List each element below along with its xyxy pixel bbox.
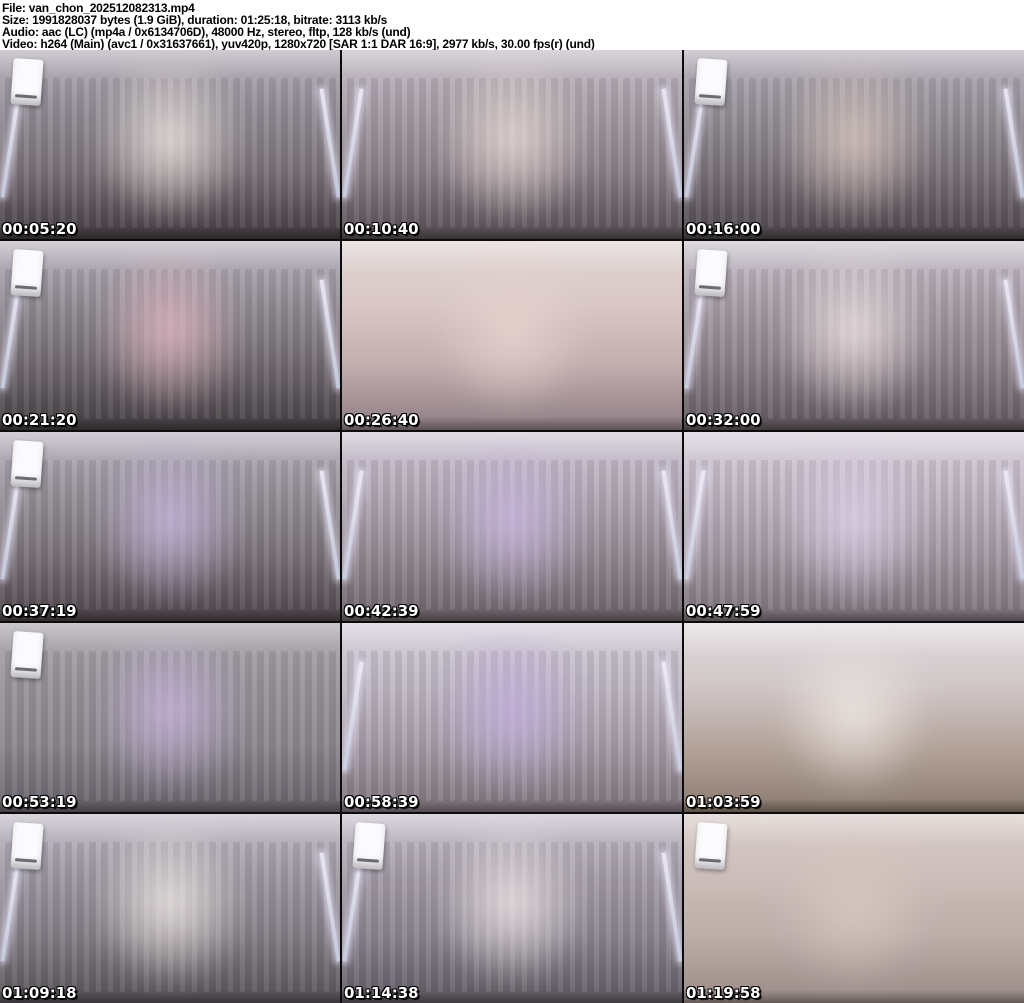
timestamp-label: 00:10:40 — [344, 220, 419, 238]
timestamp-label: 01:03:59 — [686, 793, 761, 811]
timestamp-label: 01:09:18 — [2, 984, 77, 1002]
subject-blur — [430, 256, 594, 419]
subject-blur — [430, 447, 594, 610]
video-thumbnail[interactable]: 00:53:19 — [0, 623, 340, 812]
timestamp-label: 00:42:39 — [344, 602, 419, 620]
subject-blur — [88, 829, 252, 992]
ac-unit-icon — [694, 249, 728, 297]
subject-blur — [88, 447, 252, 610]
subject-blur — [430, 638, 594, 801]
ac-unit-icon — [10, 822, 44, 870]
subject-blur — [772, 256, 936, 419]
ac-unit-icon — [352, 822, 386, 870]
video-thumbnail[interactable]: 01:09:18 — [0, 814, 340, 1003]
timestamp-label: 00:21:20 — [2, 411, 77, 429]
subject-blur — [88, 65, 252, 228]
timestamp-label: 00:05:20 — [2, 220, 77, 238]
timestamp-label: 00:37:19 — [2, 602, 77, 620]
video-info-line: Video: h264 (Main) (avc1 / 0x31637661), … — [2, 37, 595, 51]
video-thumbnail[interactable]: 00:47:59 — [684, 432, 1024, 621]
timestamp-label: 00:26:40 — [344, 411, 419, 429]
ac-unit-icon — [694, 822, 728, 870]
timestamp-label: 00:58:39 — [344, 793, 419, 811]
timestamp-label: 00:32:00 — [686, 411, 761, 429]
subject-blur — [772, 829, 936, 992]
thumbnail-grid: 00:05:20 00:10:40 00:16:00 00:21:20 00:2… — [0, 50, 1024, 1003]
video-thumbnail[interactable]: 00:16:00 — [684, 50, 1024, 239]
subject-blur — [430, 829, 594, 992]
video-thumbnail[interactable]: 00:26:40 — [342, 241, 682, 430]
ac-unit-icon — [10, 58, 44, 106]
ac-unit-icon — [10, 440, 44, 488]
file-info-header: File: van_chon_202512082313.mp4 Size: 19… — [0, 0, 1024, 50]
video-thumbnail[interactable]: 00:32:00 — [684, 241, 1024, 430]
video-thumbnail[interactable]: 00:37:19 — [0, 432, 340, 621]
timestamp-label: 00:16:00 — [686, 220, 761, 238]
video-thumbnail[interactable]: 00:05:20 — [0, 50, 340, 239]
video-thumbnail[interactable]: 01:19:58 — [684, 814, 1024, 1003]
video-thumbnail[interactable]: 01:14:38 — [342, 814, 682, 1003]
video-thumbnail[interactable]: 00:21:20 — [0, 241, 340, 430]
subject-blur — [772, 65, 936, 228]
ac-unit-icon — [10, 631, 44, 679]
subject-blur — [772, 638, 936, 801]
timestamp-label: 01:14:38 — [344, 984, 419, 1002]
ac-unit-icon — [10, 249, 44, 297]
video-thumbnail[interactable]: 00:42:39 — [342, 432, 682, 621]
subject-blur — [88, 256, 252, 419]
subject-blur — [430, 65, 594, 228]
subject-blur — [772, 447, 936, 610]
subject-blur — [88, 638, 252, 801]
video-thumbnail[interactable]: 01:03:59 — [684, 623, 1024, 812]
video-thumbnail[interactable]: 00:58:39 — [342, 623, 682, 812]
video-thumbnail[interactable]: 00:10:40 — [342, 50, 682, 239]
timestamp-label: 01:19:58 — [686, 984, 761, 1002]
ac-unit-icon — [694, 58, 728, 106]
timestamp-label: 00:47:59 — [686, 602, 761, 620]
timestamp-label: 00:53:19 — [2, 793, 77, 811]
video-contact-sheet: File: van_chon_202512082313.mp4 Size: 19… — [0, 0, 1024, 1003]
